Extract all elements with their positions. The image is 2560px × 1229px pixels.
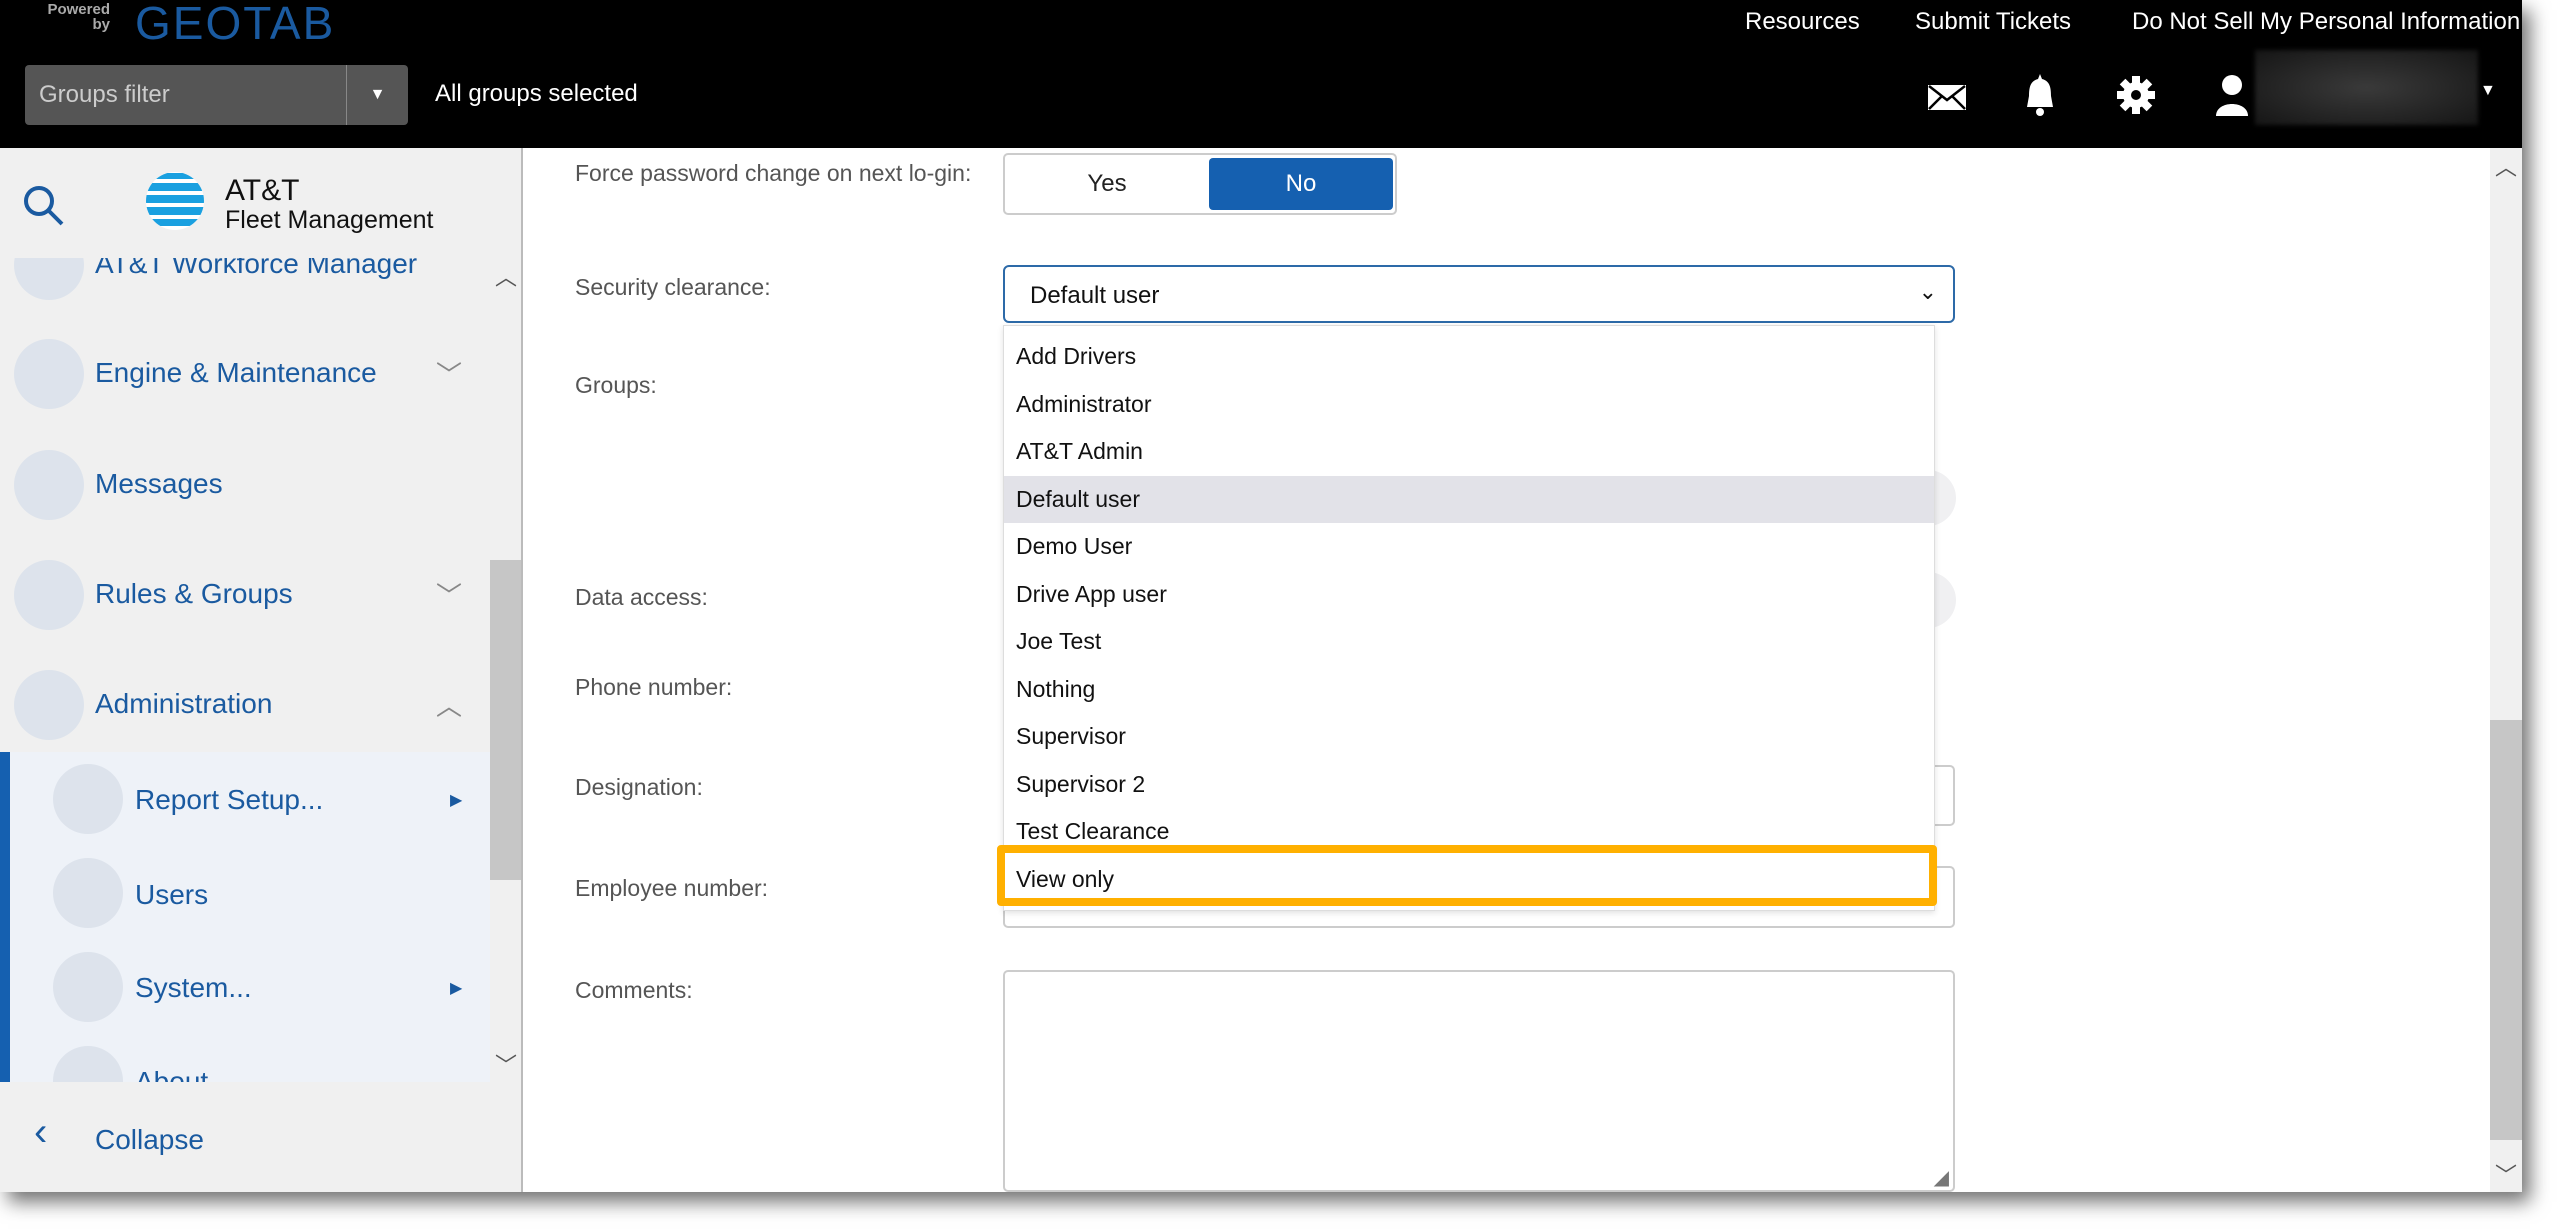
resources-link[interactable]: Resources bbox=[1745, 8, 1860, 36]
subitem-system[interactable]: System... bbox=[135, 972, 252, 1004]
subitem-about[interactable]: About bbox=[135, 1066, 208, 1082]
report-setup-icon bbox=[53, 764, 123, 834]
gear-icon bbox=[14, 670, 84, 740]
option-supervisor-2[interactable]: Supervisor 2 bbox=[1004, 761, 1934, 809]
sidebar: AT&T Fleet Management AT&T Workforce Man… bbox=[0, 148, 523, 1192]
user-icon[interactable] bbox=[2210, 70, 2254, 120]
att-globe-logo bbox=[146, 172, 204, 230]
workforce-icon bbox=[14, 258, 84, 300]
groups-filter[interactable]: Groups filter ▼ bbox=[25, 65, 408, 125]
subitem-users[interactable]: Users bbox=[135, 879, 208, 911]
option-drive-app-user[interactable]: Drive App user bbox=[1004, 571, 1934, 619]
phone-number-label: Phone number: bbox=[575, 674, 733, 700]
nav-item-rules-groups[interactable]: Rules & Groups ﹀ bbox=[0, 538, 490, 638]
option-demo-user[interactable]: Demo User bbox=[1004, 523, 1934, 571]
scroll-up-icon[interactable]: ︿ bbox=[490, 260, 522, 292]
comments-textarea[interactable]: ◢ bbox=[1003, 970, 1955, 1192]
force-password-label: Force password change on next lo-gin: bbox=[575, 160, 972, 186]
chevron-down-icon: ⌄ bbox=[1918, 279, 1937, 304]
security-clearance-label: Security clearance: bbox=[575, 274, 771, 300]
groups-status: All groups selected bbox=[435, 80, 638, 107]
option-supervisor[interactable]: Supervisor bbox=[1004, 713, 1934, 761]
engine-icon bbox=[14, 339, 84, 409]
groups-filter-placeholder: Groups filter bbox=[39, 81, 170, 108]
about-icon bbox=[53, 1046, 123, 1082]
top-bar: Powered by GEOTAB Resources Submit Ticke… bbox=[0, 0, 2522, 148]
caret-right-icon: ▶ bbox=[450, 980, 463, 997]
option-at-t-admin[interactable]: AT&T Admin bbox=[1004, 428, 1934, 476]
geotab-logo: GEOTAB bbox=[135, 0, 336, 49]
chevron-down-icon: ﹀ bbox=[436, 360, 463, 390]
designation-label: Designation: bbox=[575, 774, 703, 800]
search-icon[interactable] bbox=[22, 184, 66, 228]
caret-right-icon: ▶ bbox=[450, 792, 463, 809]
option-joe-test[interactable]: Joe Test bbox=[1004, 618, 1934, 666]
option-add-drivers[interactable]: Add Drivers bbox=[1004, 333, 1934, 381]
envelope-icon bbox=[14, 450, 84, 520]
user-menu-caret-icon[interactable]: ▼ bbox=[2480, 82, 2496, 100]
do-not-sell-link[interactable]: Do Not Sell My Personal Information bbox=[2132, 8, 2520, 36]
chevron-up-icon: ︿ bbox=[436, 691, 463, 721]
admin-submenu: Report Setup... ▶ Users System... ▶ Abou… bbox=[0, 752, 490, 1082]
resize-handle-icon[interactable]: ◢ bbox=[1934, 1165, 1949, 1190]
logo-line2: Fleet Management bbox=[225, 206, 434, 234]
collapse-button[interactable]: ‹ Collapse bbox=[0, 1082, 521, 1192]
mail-icon[interactable] bbox=[1925, 70, 1969, 120]
security-clearance-options: Add Drivers Administrator AT&T Admin Defaul… bbox=[1003, 325, 1935, 911]
chevron-left-icon: ‹ bbox=[34, 1110, 48, 1154]
gear-icon[interactable] bbox=[2114, 70, 2158, 120]
bell-icon[interactable] bbox=[2018, 70, 2062, 120]
option-default-user[interactable]: Default user bbox=[1004, 475, 1934, 523]
sidebar-scrollbar-thumb[interactable] bbox=[490, 560, 521, 880]
nav-item-messages[interactable]: Messages bbox=[0, 428, 490, 528]
nav-item-workforce-manager[interactable]: AT&T Workforce Manager bbox=[0, 258, 490, 308]
main-scrollbar-thumb[interactable] bbox=[2490, 720, 2522, 1140]
user-name-redacted[interactable] bbox=[2255, 50, 2478, 125]
option-administrator[interactable]: Administrator bbox=[1004, 381, 1934, 429]
scroll-up-icon[interactable]: ︿ bbox=[2490, 150, 2522, 182]
screen: Powered by GEOTAB Resources Submit Ticke… bbox=[0, 0, 2522, 1192]
nav-scroll-area: AT&T Workforce Manager Engine & Maintena… bbox=[0, 258, 490, 1082]
powered-by-label: Powered by bbox=[47, 1, 110, 33]
subitem-report-setup[interactable]: Report Setup... bbox=[135, 784, 323, 816]
nav-item-engine-maintenance[interactable]: Engine & Maintenance ﹀ bbox=[0, 317, 490, 417]
groups-label: Groups: bbox=[575, 372, 657, 398]
logo-line1: AT&T bbox=[225, 174, 300, 207]
groups-filter-dropdown-button[interactable]: ▼ bbox=[346, 65, 408, 125]
submit-tickets-link[interactable]: Submit Tickets bbox=[1915, 8, 2071, 36]
data-access-label: Data access: bbox=[575, 584, 708, 610]
chevron-down-icon: ﹀ bbox=[436, 581, 463, 611]
highlight-box bbox=[997, 845, 1937, 906]
force-password-toggle[interactable]: Yes No bbox=[1003, 153, 1397, 215]
scroll-down-icon[interactable]: ﹀ bbox=[2490, 1158, 2522, 1190]
no-option[interactable]: No bbox=[1209, 158, 1393, 210]
security-clearance-select[interactable]: Default user ⌄ bbox=[1003, 265, 1955, 323]
employee-number-label: Employee number: bbox=[575, 875, 769, 901]
nav-item-administration[interactable]: Administration ︿ bbox=[0, 648, 490, 748]
users-icon bbox=[53, 858, 123, 928]
yes-option[interactable]: Yes bbox=[1005, 155, 1209, 213]
scroll-down-icon[interactable]: ﹀ bbox=[490, 1048, 522, 1080]
rules-icon bbox=[14, 560, 84, 630]
system-icon bbox=[53, 952, 123, 1022]
comments-label: Comments: bbox=[575, 977, 693, 1003]
option-nothing[interactable]: Nothing bbox=[1004, 666, 1934, 714]
